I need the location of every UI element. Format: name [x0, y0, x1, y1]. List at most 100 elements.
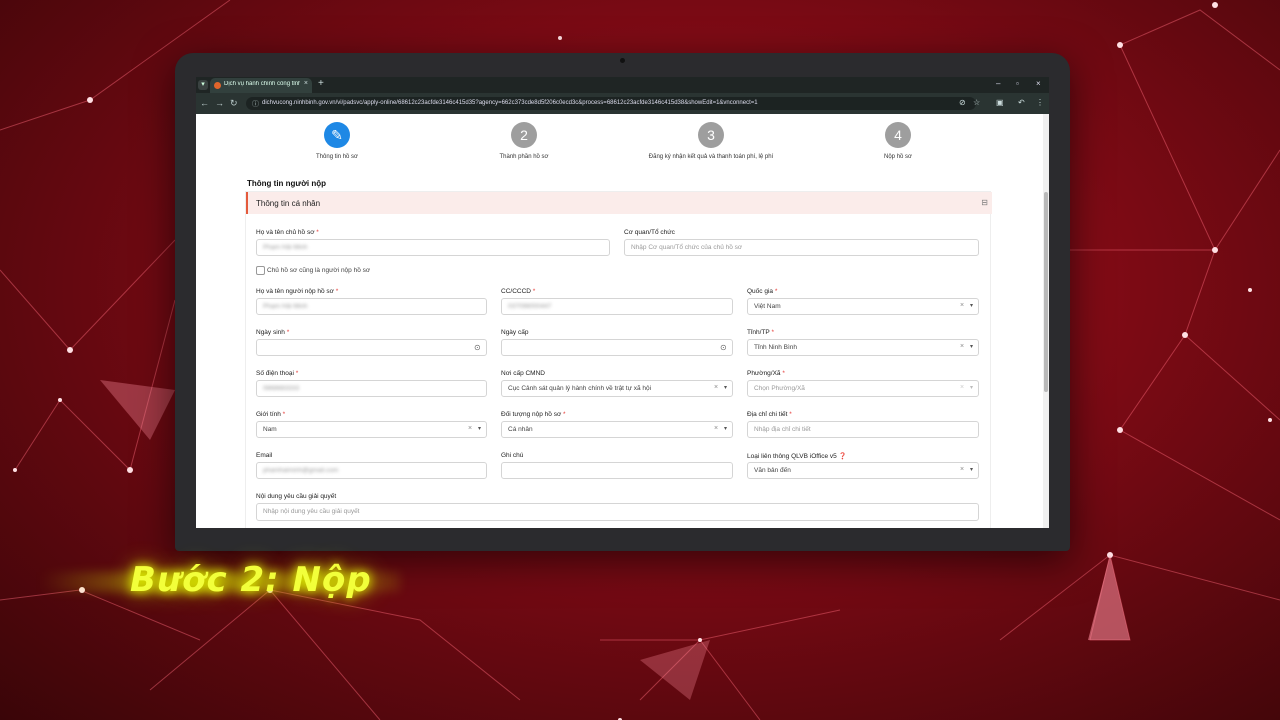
- ward-label: Phường/Xã *: [747, 370, 785, 377]
- more-icon[interactable]: ⋮: [1036, 98, 1044, 107]
- link-type-select[interactable]: Văn bản đến × ▾: [747, 462, 979, 479]
- issue-place-select[interactable]: Cục Cảnh sát quản lý hành chính về trật …: [501, 380, 733, 397]
- extensions-icon[interactable]: ▣: [996, 98, 1004, 107]
- chevron-down-icon[interactable]: ▾: [970, 302, 973, 309]
- eye-off-icon[interactable]: ⊘: [959, 98, 966, 107]
- address-bar: ← → ↻ ⓘ dichvucong.ninhbinh.gov.vn/vi/pa…: [196, 93, 1049, 114]
- history-icon[interactable]: ↶: [1018, 98, 1025, 107]
- tab-bar: ▾ Dịch vụ hành chính công tỉnh N × + – ▫…: [196, 77, 1049, 93]
- page-content: ✎ Thông tin hồ sơ 2 Thành phần hồ sơ 3 Đ…: [196, 114, 1049, 528]
- nationality-label: Quốc gia *: [747, 288, 778, 295]
- window-close-icon[interactable]: ×: [1036, 79, 1041, 88]
- issue-date-label: Ngày cấp: [501, 329, 529, 336]
- submitter-name-input[interactable]: Phạm Hải Minh: [256, 298, 487, 315]
- clear-icon[interactable]: ×: [714, 384, 718, 391]
- favicon-icon: [214, 82, 221, 89]
- address-input[interactable]: Nhập địa chỉ chi tiết: [747, 421, 979, 438]
- content-label: Nội dung yêu cầu giải quyết: [256, 493, 337, 500]
- same-person-label: Chủ hồ sơ cũng là người nộp hồ sơ: [267, 267, 371, 274]
- nationality-select[interactable]: Việt Nam × ▾: [747, 298, 979, 315]
- minimize-icon[interactable]: –: [996, 79, 1000, 88]
- clock-icon[interactable]: ⊙: [474, 343, 481, 352]
- panel-title: Thông tin cá nhân: [256, 199, 321, 208]
- chevron-down-icon[interactable]: ▾: [970, 466, 973, 473]
- gender-label: Giới tính *: [256, 411, 286, 418]
- email-label: Email: [256, 452, 273, 459]
- help-icon[interactable]: ❓: [839, 453, 847, 460]
- chevron-down-icon[interactable]: ▾: [970, 384, 973, 391]
- chevron-down-icon[interactable]: ▾: [724, 384, 727, 391]
- back-icon[interactable]: ←: [200, 98, 209, 108]
- province-label: Tỉnh/TP *: [747, 329, 774, 336]
- tab-title: Dịch vụ hành chính công tỉnh N: [224, 81, 300, 87]
- note-label: Ghi chú: [501, 452, 524, 459]
- province-select[interactable]: Tỉnh Ninh Bình × ▾: [747, 339, 979, 356]
- personal-info-panel: Thông tin cá nhân ⊟ Họ và tên chủ hồ sơ …: [245, 191, 992, 528]
- browser-tab[interactable]: Dịch vụ hành chính công tỉnh N ×: [210, 78, 312, 93]
- note-input[interactable]: [501, 462, 733, 479]
- browser-window: ▾ Dịch vụ hành chính công tỉnh N × + – ▫…: [196, 77, 1049, 528]
- step-label: Thành phần hồ sơ: [499, 154, 549, 160]
- step-number: 2: [511, 122, 537, 148]
- submitter-name-label: Họ và tên người nộp hồ sơ *: [256, 288, 339, 295]
- star-icon[interactable]: ☆: [973, 98, 980, 107]
- clear-icon[interactable]: ×: [714, 425, 718, 432]
- maximize-icon[interactable]: ▫: [1016, 79, 1019, 88]
- scrollbar[interactable]: [1043, 114, 1049, 528]
- section-title: Thông tin người nộp: [247, 179, 327, 188]
- issue-date-input[interactable]: ⊙: [501, 339, 733, 356]
- reload-icon[interactable]: ↻: [230, 98, 238, 109]
- chevron-down-icon[interactable]: ▾: [724, 425, 727, 432]
- clock-icon[interactable]: ⊙: [720, 343, 727, 352]
- clear-icon[interactable]: ×: [960, 384, 964, 391]
- step-3[interactable]: 3 Đăng ký nhận kết quả và thanh toán phí…: [641, 122, 781, 160]
- chevron-down-icon[interactable]: ▾: [970, 343, 973, 350]
- step-label: Nộp hồ sơ: [884, 154, 912, 160]
- subject-select[interactable]: Cá nhân × ▾: [501, 421, 733, 438]
- dob-label: Ngày sinh *: [256, 329, 290, 336]
- clear-icon[interactable]: ×: [960, 343, 964, 350]
- step-label: Thông tin hồ sơ: [316, 154, 358, 160]
- step-4[interactable]: 4 Nộp hồ sơ: [828, 122, 968, 160]
- org-input[interactable]: Nhập Cơ quan/Tổ chức của chủ hồ sơ: [624, 239, 979, 256]
- address-label: Địa chỉ chi tiết *: [747, 411, 792, 418]
- phone-label: Số điện thoại *: [256, 370, 299, 377]
- id-card-input[interactable]: 037098000447: [501, 298, 733, 315]
- phone-input[interactable]: 0868683333: [256, 380, 487, 397]
- chevron-down-icon[interactable]: ▾: [478, 425, 481, 432]
- link-type-label: Loại liên thông QLVB iOffice v5 ❓: [747, 453, 847, 460]
- step-2[interactable]: 2 Thành phần hồ sơ: [454, 122, 594, 160]
- scrollbar-thumb[interactable]: [1044, 192, 1048, 392]
- clear-icon[interactable]: ×: [960, 466, 964, 473]
- webcam: [620, 58, 625, 63]
- plus-icon[interactable]: +: [318, 78, 324, 89]
- subject-label: Đối tượng nộp hồ sơ *: [501, 411, 566, 418]
- issue-place-label: Nơi cấp CMND: [501, 370, 545, 377]
- url-text: dichvucong.ninhbinh.gov.vn/vi/padsvc/app…: [262, 100, 758, 106]
- step-number: 3: [698, 122, 724, 148]
- owner-name-label: Họ và tên chủ hồ sơ *: [256, 229, 319, 236]
- content-textarea[interactable]: Nhập nội dung yêu cầu giải quyết: [256, 503, 979, 521]
- clear-icon[interactable]: ×: [468, 425, 472, 432]
- email-input[interactable]: phamhaiminh@gmail.com: [256, 462, 487, 479]
- site-info-icon[interactable]: ⓘ: [252, 99, 259, 109]
- gender-select[interactable]: Nam × ▾: [256, 421, 487, 438]
- panel-header[interactable]: Thông tin cá nhân ⊟: [246, 192, 992, 214]
- owner-name-input[interactable]: Phạm Hải Minh: [256, 239, 610, 256]
- clear-icon[interactable]: ×: [960, 302, 964, 309]
- ward-select[interactable]: Chọn Phường/Xã × ▾: [747, 380, 979, 397]
- id-card-label: CC/CCCD *: [501, 288, 536, 295]
- step-1[interactable]: ✎ Thông tin hồ sơ: [267, 122, 407, 160]
- org-label: Cơ quan/Tổ chức: [624, 229, 675, 236]
- same-person-checkbox[interactable]: [256, 266, 265, 275]
- tab-search-icon[interactable]: ▾: [198, 80, 208, 90]
- collapse-icon[interactable]: ⊟: [981, 198, 988, 207]
- close-icon[interactable]: ×: [304, 80, 308, 87]
- step-label: Đăng ký nhận kết quả và thanh toán phí, …: [648, 154, 774, 160]
- url-field[interactable]: ⓘ dichvucong.ninhbinh.gov.vn/vi/padsvc/a…: [246, 97, 976, 110]
- forward-icon[interactable]: →: [215, 98, 224, 108]
- banner-title: Bước 2: Nộp: [130, 560, 372, 600]
- dob-input[interactable]: ⊙: [256, 339, 487, 356]
- pencil-icon: ✎: [324, 122, 350, 148]
- step-number: 4: [885, 122, 911, 148]
